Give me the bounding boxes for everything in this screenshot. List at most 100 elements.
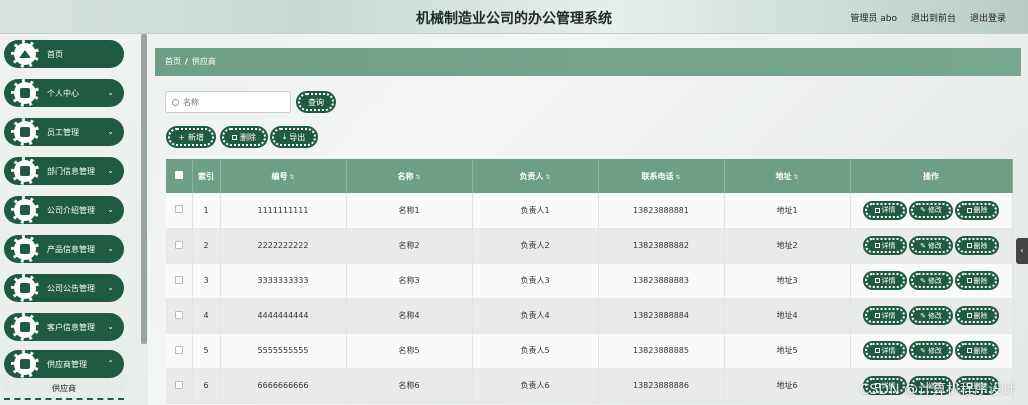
select-all-cell[interactable] bbox=[166, 159, 193, 193]
delete-button[interactable]: 删除 bbox=[220, 126, 268, 148]
sort-icon[interactable]: ⇅ bbox=[545, 174, 550, 181]
row-select-cell[interactable] bbox=[166, 333, 193, 369]
row-checkbox[interactable] bbox=[174, 205, 183, 214]
cell-phone: 13823888883 bbox=[598, 263, 725, 299]
cell-address: 地址2 bbox=[724, 228, 851, 264]
sidebar-item-supplier[interactable]: 供应商管理 ⌃ bbox=[4, 350, 124, 378]
row-actions: 详情 ✎ 修改 删除 bbox=[851, 200, 1012, 220]
edit-label: 修改 bbox=[927, 241, 942, 250]
edit-button[interactable]: ✎ 修改 bbox=[909, 236, 953, 255]
logout-link[interactable]: 退出登录 bbox=[970, 11, 1006, 24]
col-header-name[interactable]: 名称 ⇅ bbox=[346, 159, 473, 193]
add-button[interactable]: + 新增 bbox=[166, 126, 216, 148]
row-checkbox[interactable] bbox=[174, 310, 183, 319]
row-delete-button[interactable]: 删除 bbox=[955, 306, 999, 325]
detail-button[interactable]: 详情 bbox=[863, 271, 907, 290]
cell-code: 1111111111 bbox=[220, 193, 347, 229]
detail-button[interactable]: 详情 bbox=[863, 306, 907, 325]
col-header-owner[interactable]: 负责人 ⇅ bbox=[472, 159, 599, 193]
doc-icon bbox=[874, 313, 880, 318]
cell-phone: 13823888886 bbox=[598, 368, 725, 404]
pencil-icon: ✎ bbox=[920, 346, 926, 355]
edit-label: 修改 bbox=[927, 346, 942, 355]
sidebar-item-dept[interactable]: 部门信息管理 ⌄ bbox=[4, 157, 124, 185]
row-select-cell[interactable] bbox=[166, 193, 193, 229]
search-field[interactable] bbox=[165, 91, 291, 113]
export-button-label: 导出 bbox=[289, 132, 306, 142]
edit-button[interactable]: ✎ 修改 bbox=[909, 271, 953, 290]
edit-label: 修改 bbox=[927, 276, 942, 285]
sidebar-item-label: 客户信息管理 bbox=[47, 322, 95, 332]
trash-icon bbox=[966, 278, 972, 283]
edit-button[interactable]: ✎ 修改 bbox=[909, 306, 953, 325]
edit-button[interactable]: ✎ 修改 bbox=[909, 341, 953, 360]
col-header-phone[interactable]: 联系电话 ⇅ bbox=[598, 159, 725, 193]
cell-name: 名称6 bbox=[346, 368, 473, 404]
sort-icon[interactable]: ⇅ bbox=[289, 174, 294, 181]
chevron-down-icon: ⌄ bbox=[107, 283, 114, 292]
sidebar-item-label: 个人中心 bbox=[47, 88, 79, 98]
detail-button[interactable]: 详情 bbox=[863, 236, 907, 255]
row-select-cell[interactable] bbox=[166, 263, 193, 299]
detail-label: 详情 bbox=[881, 241, 896, 250]
sidebar-item-personal[interactable]: 个人中心 ⌄ bbox=[4, 79, 124, 107]
select-all-checkbox[interactable] bbox=[174, 171, 183, 179]
row-checkbox[interactable] bbox=[174, 380, 183, 389]
breadcrumb-current: 供应商 bbox=[191, 57, 216, 66]
export-button[interactable]: ⤓ 导出 bbox=[270, 126, 318, 148]
row-checkbox[interactable] bbox=[174, 240, 183, 249]
row-delete-label: 删除 bbox=[973, 276, 988, 285]
row-delete-button[interactable]: 删除 bbox=[955, 236, 999, 255]
breadcrumb-home[interactable]: 首页 bbox=[165, 57, 181, 66]
pencil-icon: ✎ bbox=[920, 206, 926, 215]
cell-owner: 负责人4 bbox=[472, 298, 599, 334]
plus-icon: + bbox=[178, 132, 185, 142]
row-delete-button[interactable]: 删除 bbox=[955, 200, 999, 220]
detail-button[interactable]: 详情 bbox=[863, 200, 907, 220]
row-checkbox[interactable] bbox=[174, 345, 183, 354]
chevron-down-icon: ⌄ bbox=[107, 166, 114, 175]
grid-icon bbox=[11, 350, 39, 378]
row-select-cell[interactable] bbox=[166, 298, 193, 334]
sidebar-item-home[interactable]: 首页 bbox=[4, 40, 124, 68]
table-header-row: 索引 编号 ⇅ 名称 ⇅ 负责人 ⇅ 联系电话 ⇅ 地址 ⇅ 操作 bbox=[166, 159, 1013, 193]
detail-button[interactable]: 详情 bbox=[863, 341, 907, 360]
cell-phone: 13823888881 bbox=[598, 193, 725, 229]
sidebar-item-company[interactable]: 公司介绍管理 ⌄ bbox=[4, 196, 124, 224]
sidebar-item-product[interactable]: 产品信息管理 ⌄ bbox=[4, 235, 124, 263]
col-header-code[interactable]: 编号 ⇅ bbox=[220, 159, 347, 193]
sort-icon[interactable]: ⇅ bbox=[415, 174, 420, 181]
detail-label: 详情 bbox=[881, 206, 896, 215]
user-icon bbox=[11, 79, 39, 107]
cell-address: 地址5 bbox=[724, 333, 851, 369]
row-delete-button[interactable]: 删除 bbox=[955, 341, 999, 360]
sort-icon[interactable]: ⇅ bbox=[675, 174, 680, 181]
edit-label: 修改 bbox=[927, 311, 942, 320]
top-header: 机械制造业公司的办公管理系统 管理员 abo 退出到前台 退出登录 bbox=[0, 0, 1028, 34]
detail-label: 详情 bbox=[881, 346, 896, 355]
edit-button[interactable]: ✎ 修改 bbox=[909, 200, 953, 220]
row-select-cell[interactable] bbox=[166, 368, 193, 404]
cell-actions: 详情 ✎ 修改 删除 bbox=[850, 298, 1013, 334]
row-delete-button[interactable]: 删除 bbox=[955, 271, 999, 290]
col-header-label: 地址 bbox=[775, 171, 792, 181]
pencil-icon: ✎ bbox=[920, 311, 926, 320]
delete-button-label: 删除 bbox=[240, 132, 256, 142]
sidebar-item-staff[interactable]: 员工管理 ⌄ bbox=[4, 118, 124, 146]
row-checkbox[interactable] bbox=[174, 275, 183, 284]
col-header-address[interactable]: 地址 ⇅ bbox=[724, 159, 851, 193]
search-button[interactable]: 查询 bbox=[296, 91, 336, 113]
front-link[interactable]: 退出到前台 bbox=[911, 11, 956, 24]
sidebar-item-notice[interactable]: 公司公告管理 ⌄ bbox=[4, 274, 124, 302]
sidebar-scrollbar[interactable] bbox=[141, 34, 147, 344]
cell-code: 2222222222 bbox=[220, 228, 347, 264]
chevron-down-icon: ⌄ bbox=[107, 244, 114, 253]
row-delete-label: 删除 bbox=[973, 346, 988, 355]
sort-icon[interactable]: ⇅ bbox=[793, 174, 798, 181]
search-input[interactable] bbox=[183, 97, 279, 107]
row-select-cell[interactable] bbox=[166, 228, 193, 264]
sidebar-item-customer[interactable]: 客户信息管理 ⌄ bbox=[4, 313, 124, 341]
sidebar-subitem-supplier[interactable]: 供应商 bbox=[4, 378, 124, 400]
collapse-handle[interactable]: ‹ bbox=[1016, 238, 1028, 264]
doc-icon bbox=[874, 278, 880, 283]
